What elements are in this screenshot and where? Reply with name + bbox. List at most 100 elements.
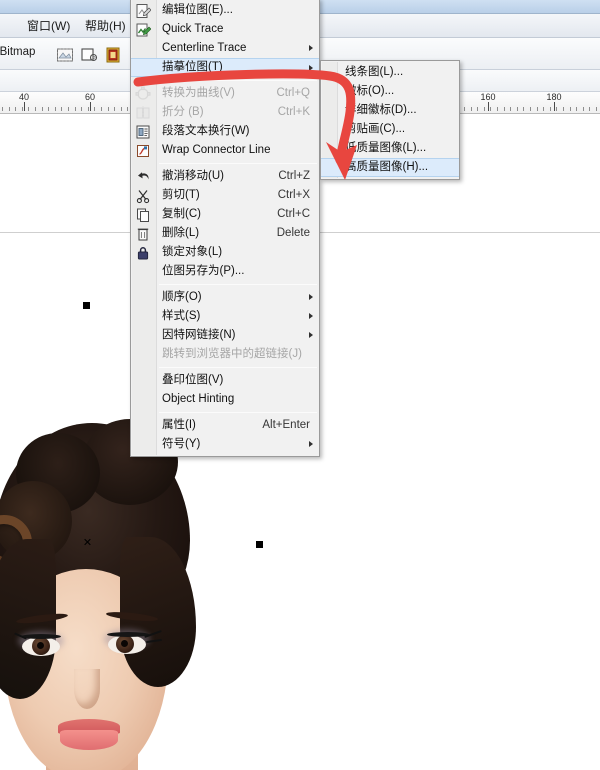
ruler-tick-major [90,102,91,111]
context-menu-item-label: Quick Trace [162,23,224,35]
context-menu-item: 折分 (B) Ctrl+K [131,103,319,122]
eyelid-right [107,632,149,637]
context-menu-item-label: Centerline Trace [162,42,247,54]
trace-bitmap-button-label[interactable]: e Bitmap [0,46,35,58]
ruler-tick [543,107,545,111]
context-menu-item[interactable]: Centerline Trace [131,39,319,58]
lips-lower [60,730,118,750]
text-wrap-icon [135,124,151,140]
context-menu-item[interactable]: 复制(C) Ctrl+C [131,205,319,224]
context-menu-item-label: 段落文本换行(W) [162,125,250,137]
trace-bitmap-submenu[interactable]: 线条图(L)... 徽标(O)... 详细徽标(D)... 剪贴画(C)... 低质量图… [320,60,460,180]
context-menu-item-label: Object Hinting [162,393,235,405]
context-menu-item-label: 顺序(O) [162,291,202,303]
ruler-tick [549,107,551,111]
delete-icon [135,226,151,242]
context-menu-item-label: 位图另存为(P)... [162,265,245,277]
ruler-label: 180 [546,92,562,102]
context-menu-item[interactable]: Wrap Connector Line [131,141,319,160]
copy-icon [135,207,151,223]
ruler-tick [582,107,584,111]
ruler-tick [8,107,10,111]
context-menu-item-label: 撤消移动(U) [162,170,224,182]
pupil-left [37,642,44,649]
context-menu-item-label: 转换为曲线(V) [162,87,235,99]
context-menu-item[interactable]: 因特网链接(N) [131,326,319,345]
context-menu-item[interactable]: 顺序(O) [131,288,319,307]
context-menu-item-label: 复制(C) [162,208,201,220]
break-apart-icon [135,105,151,121]
crop-bitmap-icon[interactable]: P [78,44,98,64]
menu-separator [159,284,317,285]
context-menu-item-label: 属性(I) [162,419,196,431]
bitmap-effects-icon[interactable] [102,44,122,64]
application-window: 窗口(W) 帮助(H) e Bitmap P [0,0,600,770]
ruler-tick [516,107,518,111]
ruler-tick [54,107,56,111]
context-menu-item[interactable]: 删除(L) Delete [131,224,319,243]
context-menu-item[interactable]: 叠印位图(V) [131,371,319,390]
context-menu[interactable]: 编辑位图(E)... Quick Trace Centerline Trace 描摹… [130,0,320,457]
context-menu-items: 编辑位图(E)... Quick Trace Centerline Trace 描摹… [131,1,319,454]
submenu-item-label: 徽标(O)... [345,85,395,97]
context-menu-item[interactable]: 描摹位图(T) [131,58,319,77]
context-menu-item[interactable]: 位图另存为(P)... [131,262,319,281]
context-menu-item[interactable]: 剪切(T) Ctrl+X [131,186,319,205]
selection-handle[interactable] [83,302,90,309]
ruler-tick [81,107,83,111]
menu-separator [159,367,317,368]
ruler-tick [2,107,3,111]
submenu-item[interactable]: 低质量图像(L)... [321,139,459,158]
context-menu-item[interactable]: Object Hinting [131,390,319,409]
context-menu-item[interactable]: 属性(I) Alt+Enter [131,416,319,435]
ruler-tick [490,107,492,111]
ruler-tick [74,107,76,111]
submenu-item-label: 高质量图像(H)... [345,161,429,173]
context-menu-item[interactable]: 符号(Y) [131,435,319,454]
ruler-tick [464,107,465,111]
portrait-photo-bitmap[interactable] [0,419,260,770]
context-menu-item[interactable]: 编辑位图(E)... [131,1,319,20]
context-menu-item-label: 叠印位图(V) [162,374,224,386]
submenu-item[interactable]: 线条图(L)... [321,63,459,82]
context-menu-item[interactable]: 锁定对象(L) [131,243,319,262]
cut-icon [135,188,151,204]
context-menu-item-label: 剪切(T) [162,189,200,201]
rotation-center-marker[interactable]: ✕ [82,538,93,549]
wrap-connector-icon [135,143,151,159]
submenu-arrow-icon [309,65,313,71]
ruler-tick [470,107,472,111]
menu-item-window[interactable]: 窗口(W) [22,17,75,35]
ruler-tick [94,107,96,111]
ruler-tick [483,107,485,111]
ruler-tick [556,107,558,111]
context-menu-item[interactable]: 样式(S) [131,307,319,326]
selection-handle[interactable] [256,541,263,548]
submenu-items: 线条图(L)... 徽标(O)... 详细徽标(D)... 剪贴画(C)... 低质量图… [321,63,459,177]
convert-to-curves-icon [135,86,151,102]
ruler-tick [569,107,571,111]
ruler-tick [576,107,578,111]
submenu-item[interactable]: 徽标(O)... [321,82,459,101]
submenu-arrow-icon [309,441,313,447]
context-menu-item[interactable]: 撤消移动(U) Ctrl+Z [131,167,319,186]
submenu-item-label: 低质量图像(L)... [345,142,427,154]
menu-item-help[interactable]: 帮助(H) [80,17,131,35]
context-menu-item-shortcut: Alt+Enter [262,419,310,431]
menu-separator [159,412,317,413]
context-menu-item-shortcut: Ctrl+C [277,208,310,220]
context-menu-item-shortcut: Ctrl+Z [278,170,310,182]
context-menu-item-shortcut: Ctrl+Q [276,87,310,99]
ruler-label: 40 [18,92,30,102]
ruler-tick-major [24,102,25,111]
context-menu-item-label: 符号(Y) [162,438,201,450]
context-menu-item[interactable]: Quick Trace [131,20,319,39]
ruler-tick-major [488,102,489,111]
context-menu-item[interactable]: 段落文本换行(W) [131,122,319,141]
ruler-tick [35,107,36,111]
submenu-item[interactable]: 详细徽标(D)... [321,101,459,120]
trace-bitmap-icon[interactable] [54,44,74,64]
ruler-tick [503,107,505,111]
submenu-item[interactable]: 高质量图像(H)... [321,158,459,177]
submenu-item[interactable]: 剪贴画(C)... [321,120,459,139]
